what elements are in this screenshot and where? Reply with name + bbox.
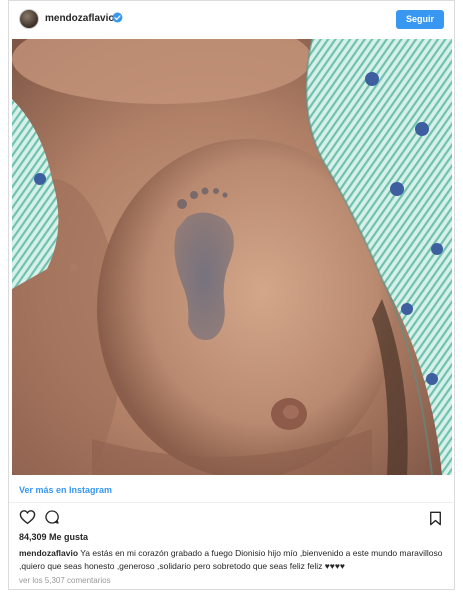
like-count: 84,309 Me gusta bbox=[19, 532, 89, 542]
comment-icon[interactable] bbox=[44, 509, 60, 525]
divider bbox=[9, 502, 454, 503]
bookmark-icon[interactable] bbox=[429, 511, 442, 526]
verified-badge-icon bbox=[112, 12, 123, 23]
view-more-on-instagram-link[interactable]: Ver más en Instagram bbox=[19, 485, 112, 495]
avatar[interactable] bbox=[19, 9, 39, 29]
username-link[interactable]: mendozaflavio bbox=[45, 13, 114, 24]
heart-icon[interactable] bbox=[19, 509, 36, 525]
post-caption: mendozaflavio Ya estás en mi corazón gra… bbox=[19, 547, 447, 573]
caption-username[interactable]: mendozaflavio bbox=[19, 548, 78, 558]
post-header: mendozaflavio Seguir bbox=[9, 1, 454, 39]
instagram-embed-card: mendozaflavio Seguir Ver más en Instagra… bbox=[8, 0, 455, 590]
photo-image bbox=[12, 39, 452, 475]
caption-text: Ya estás en mi corazón grabado a fuego D… bbox=[19, 548, 443, 571]
follow-button[interactable]: Seguir bbox=[395, 10, 444, 29]
view-comments-link[interactable]: ver los 5,307 comentarios bbox=[19, 576, 111, 585]
post-photo[interactable] bbox=[12, 39, 452, 475]
